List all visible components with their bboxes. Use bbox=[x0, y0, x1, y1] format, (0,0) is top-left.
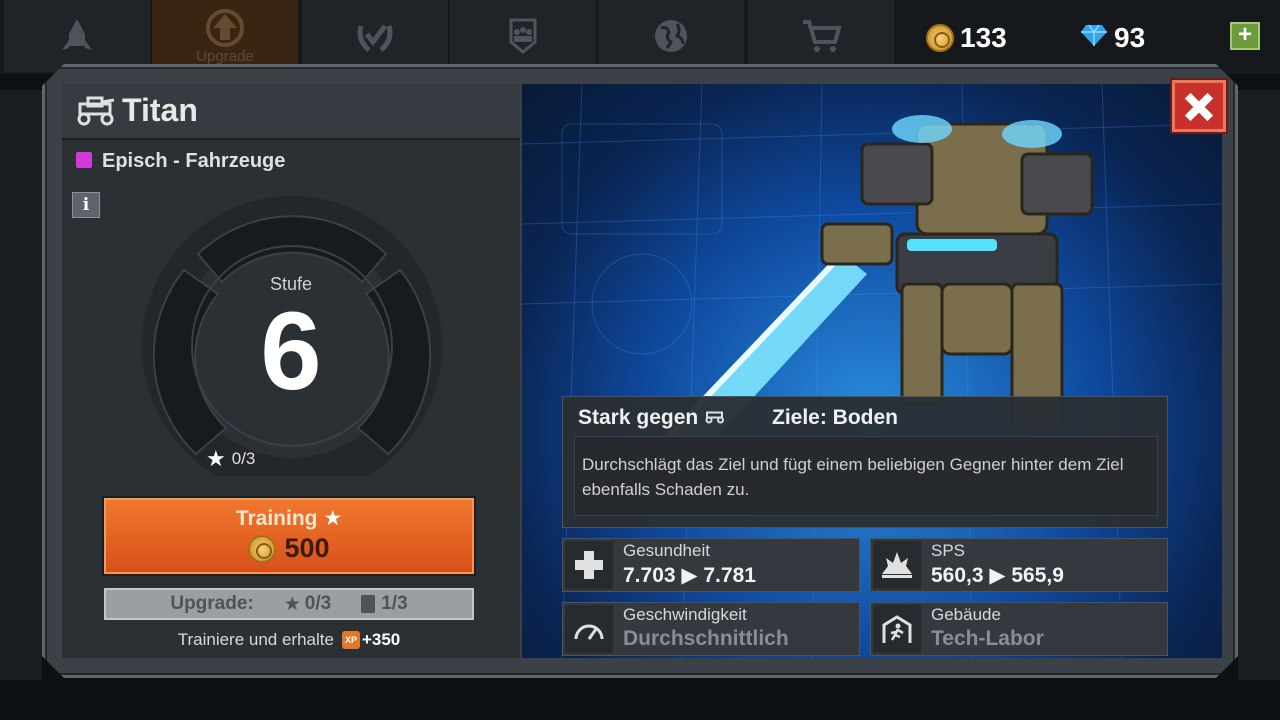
stat-building: Gebäude Tech-Labor bbox=[870, 602, 1168, 656]
stat-label: Geschwindigkeit bbox=[623, 605, 747, 624]
star-icon: ★ bbox=[283, 593, 301, 615]
upgrade-cards-count: 1/3 bbox=[381, 593, 408, 614]
upgrade-stars-count: 0/3 bbox=[304, 593, 332, 614]
nav-tab-world[interactable] bbox=[598, 0, 744, 72]
globe-icon bbox=[649, 16, 693, 56]
background-panel-right bbox=[1238, 90, 1280, 680]
nav-tab-achievements[interactable] bbox=[302, 0, 448, 72]
upgrade-label: Upgrade: bbox=[170, 593, 254, 614]
nav-tab-alliance[interactable] bbox=[450, 0, 596, 72]
cart-icon bbox=[799, 16, 843, 56]
upgrade-cards: 1/3 bbox=[361, 593, 408, 615]
stat-label: SPS bbox=[931, 541, 966, 560]
close-button[interactable] bbox=[1172, 80, 1226, 132]
strong-against-label: Stark gegen bbox=[578, 406, 699, 429]
level-number: 6 bbox=[260, 290, 322, 413]
training-cost: 500 bbox=[284, 533, 330, 563]
diamond-amount: 93 bbox=[1114, 22, 1146, 53]
star-count: 0/3 bbox=[231, 449, 256, 468]
nav-tab-shop[interactable] bbox=[748, 0, 894, 72]
card-icon bbox=[361, 595, 376, 613]
nav-tab-rocket[interactable] bbox=[4, 0, 150, 72]
stat-label: Gebäude bbox=[931, 605, 1001, 624]
star-progress: ★ 0/3 bbox=[206, 446, 255, 472]
nav-tab-upgrade[interactable]: Upgrade bbox=[152, 0, 298, 72]
vehicle-icon bbox=[74, 96, 118, 131]
gold-counter: 133 bbox=[926, 22, 1007, 54]
star-icon: ★ bbox=[323, 507, 343, 530]
xp-badge-icon: XP bbox=[341, 631, 360, 649]
diamond-counter: 93 bbox=[1080, 22, 1145, 54]
nav-tab-label: Upgrade bbox=[196, 47, 254, 65]
wreath-check-icon bbox=[353, 16, 397, 56]
rocket-icon bbox=[55, 16, 99, 56]
training-cost-row: 500 bbox=[106, 533, 472, 564]
stat-value: Tech-Labor bbox=[931, 627, 1044, 650]
xp-text: Trainiere und erhalte bbox=[177, 630, 334, 649]
stat-health: Gesundheit 7.703 ▶ 7.781 bbox=[562, 538, 860, 592]
stat-value: 7.703 ▶ 7.781 bbox=[623, 564, 756, 587]
unit-name: Titan bbox=[122, 92, 198, 128]
star-icon: ★ bbox=[206, 446, 226, 471]
upgrade-stars: ★ 0/3 bbox=[284, 593, 331, 616]
background-panel-left bbox=[0, 90, 42, 680]
upgrade-requirements-bar: Upgrade: ★ 0/3 1/3 bbox=[104, 588, 474, 620]
stat-speed: Geschwindigkeit Durchschnittlich bbox=[562, 602, 860, 656]
stat-label: Gesundheit bbox=[623, 541, 710, 560]
info-button[interactable]: i bbox=[72, 192, 100, 218]
xp-amount: +350 bbox=[361, 630, 401, 649]
strong-against: Stark gegen bbox=[578, 406, 726, 430]
stat-dps: SPS 560,3 ▶ 565,9 bbox=[870, 538, 1168, 592]
gold-coin-icon bbox=[926, 24, 954, 52]
unit-description: Durchschlägt das Ziel und fügt einem bel… bbox=[582, 455, 1124, 499]
vehicle-icon bbox=[704, 406, 726, 429]
gold-coin-icon bbox=[248, 534, 277, 563]
diamond-icon bbox=[1080, 22, 1108, 54]
top-nav-bar: Upgrade 133 93 + bbox=[0, 0, 1280, 74]
unit-targets: Ziele: Boden bbox=[772, 406, 899, 429]
upgrade-arrow-icon bbox=[203, 8, 247, 48]
training-label: Training bbox=[235, 507, 318, 530]
xp-reward-line: Trainiere und erhalte XP +350 bbox=[104, 630, 474, 650]
health-cross-icon bbox=[565, 541, 613, 589]
gold-amount: 133 bbox=[960, 22, 1007, 53]
training-button[interactable]: Training ★ 500 bbox=[104, 498, 474, 574]
speedometer-icon bbox=[565, 605, 613, 653]
add-currency-button[interactable]: + bbox=[1230, 22, 1260, 50]
stat-value: Durchschnittlich bbox=[623, 627, 789, 650]
training-label-row: Training ★ bbox=[106, 506, 472, 531]
rarity-square-icon bbox=[76, 152, 92, 168]
group-icon bbox=[501, 16, 545, 56]
building-runner-icon bbox=[873, 605, 921, 653]
damage-burst-icon bbox=[873, 541, 921, 589]
unit-category: Episch - Fahrzeuge bbox=[102, 150, 286, 172]
stat-value: 560,3 ▶ 565,9 bbox=[931, 564, 1064, 587]
